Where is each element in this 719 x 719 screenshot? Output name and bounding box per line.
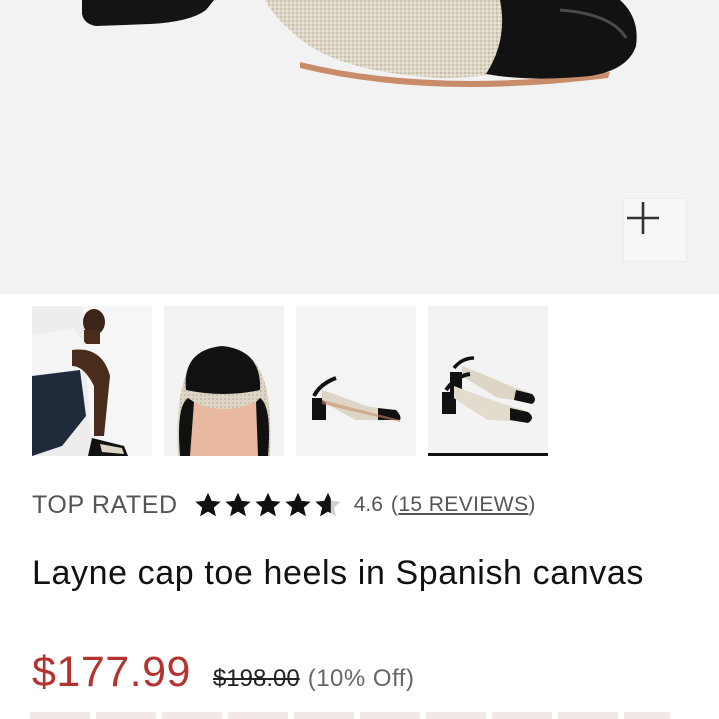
- star-full-icon: [285, 492, 311, 517]
- discount-label: (10% Off): [307, 665, 415, 692]
- star-partial-icon: [315, 492, 341, 517]
- zoom-button[interactable]: [623, 198, 687, 262]
- plus-icon: [627, 202, 659, 234]
- star-full-icon: [255, 492, 281, 517]
- shoe-illustration: [82, 0, 637, 87]
- price-row: $177.99 $198.00 (10% Off): [32, 648, 414, 704]
- thumbnail-toe-closeup[interactable]: [164, 306, 284, 456]
- reviews-link-label[interactable]: 15 REVIEWS: [398, 493, 528, 516]
- reviews-link[interactable]: (15 REVIEWS): [391, 493, 536, 517]
- star-rating: [194, 491, 344, 519]
- original-price: $198.00: [212, 665, 300, 692]
- hero-product-image[interactable]: [0, 0, 719, 294]
- thumbnail-model-wearing-heels[interactable]: [32, 306, 152, 456]
- rating-score: 4.6: [353, 493, 383, 516]
- star-full-icon: [195, 492, 221, 517]
- rating-row: TOP RATED 4.6 (15 REVIEWS): [32, 488, 536, 522]
- star-full-icon: [225, 492, 251, 517]
- sale-price: $177.99: [32, 648, 191, 696]
- thumbnail-pair-view[interactable]: [428, 306, 548, 456]
- thumbnail-side-view-single[interactable]: [296, 306, 416, 456]
- top-rated-badge: TOP RATED: [32, 490, 178, 519]
- promo-text-cutoff: [30, 712, 670, 719]
- product-title: Layne cap toe heels in Spanish canvas: [32, 554, 644, 592]
